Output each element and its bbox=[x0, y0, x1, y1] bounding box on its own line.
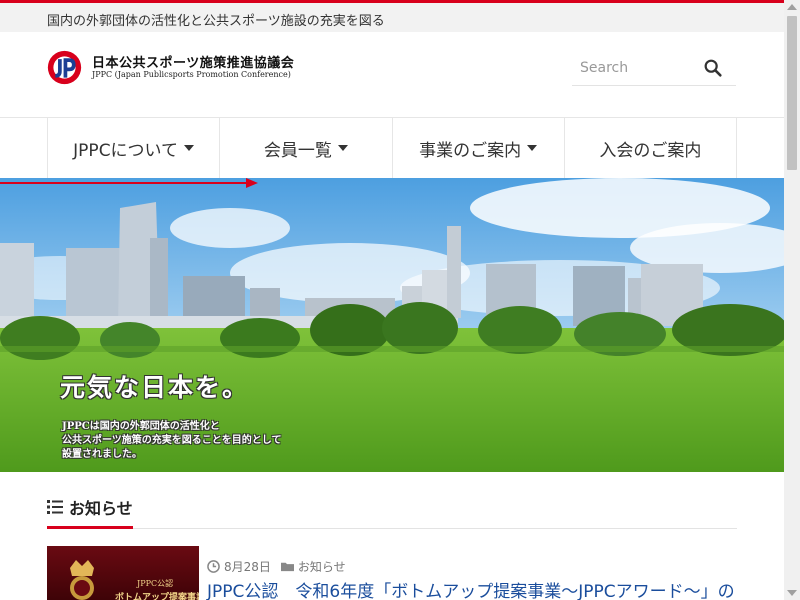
caret-down-icon bbox=[184, 145, 195, 151]
search-input[interactable] bbox=[580, 57, 690, 79]
main-nav: JPPCについて 会員一覧 事業のご案内 入会のご案内 bbox=[47, 118, 737, 178]
award-emblem-icon bbox=[70, 560, 94, 600]
news-date: 8月28日 bbox=[224, 560, 271, 574]
nav-item-label: JPPCについて bbox=[73, 140, 179, 161]
nav-item-business[interactable]: 事業のご案内 bbox=[393, 118, 565, 178]
hero-text-line: 公共スポーツ施策の充実を図ることを目的として bbox=[62, 435, 282, 446]
thumbnail-caption: JPPC公認 bbox=[137, 579, 174, 588]
logo-name[interactable]: 日本公共スポーツ施策推進協議会 bbox=[92, 52, 294, 71]
news-title-label: お知らせ bbox=[69, 499, 133, 518]
nav-item-label: 会員一覧 bbox=[263, 140, 332, 161]
red-arrow-icon bbox=[0, 178, 258, 188]
news-category[interactable]: お知らせ bbox=[298, 558, 346, 575]
search-icon[interactable] bbox=[702, 57, 724, 79]
folder-icon bbox=[280, 562, 294, 572]
site-tagline: 国内の外郭団体の活性化と公共スポーツ施設の充実を図る bbox=[47, 14, 385, 29]
nav-item-label: 入会のご案内 bbox=[599, 140, 702, 161]
nav-item-members[interactable]: 会員一覧 bbox=[220, 118, 393, 178]
scrollbar-thumb[interactable] bbox=[787, 16, 797, 170]
news-divider bbox=[47, 528, 737, 529]
nav-item-label: 事業のご案内 bbox=[419, 140, 522, 161]
search-box bbox=[572, 50, 736, 86]
site-header: 日本公共スポーツ施策推進協議会 JPPC (Japan Publicsports… bbox=[0, 32, 784, 118]
news-divider-accent bbox=[47, 526, 133, 529]
jppc-logo-icon[interactable] bbox=[46, 49, 83, 86]
news-thumbnail[interactable]: JPPC公認 ボトムアップ提案事業 bbox=[47, 546, 199, 600]
clock-icon bbox=[207, 560, 220, 573]
caret-down-icon bbox=[527, 145, 538, 151]
nav-item-about[interactable]: JPPCについて bbox=[48, 118, 221, 178]
hero-text-line: JPPCは国内の外郭団体の活性化と bbox=[62, 421, 220, 432]
nav-item-join[interactable]: 入会のご案内 bbox=[565, 118, 737, 178]
scroll-down-icon[interactable] bbox=[787, 590, 797, 596]
hero-banner: 元気な日本を。 JPPCは国内の外郭団体の活性化と 公共スポーツ施策の充実を図る… bbox=[0, 178, 784, 472]
news-item-link[interactable]: JPPC公認 令和6年度「ボトムアップ提案事業～JPPCアワード～」の bbox=[207, 577, 735, 600]
thumbnail-caption: ボトムアップ提案事業 bbox=[115, 593, 199, 600]
tagline-bar: 国内の外郭団体の活性化と公共スポーツ施設の充実を図る bbox=[0, 3, 784, 32]
caret-down-icon bbox=[337, 145, 348, 151]
logo-subtitle[interactable]: JPPC (Japan Publicsports Promotion Confe… bbox=[92, 70, 291, 79]
scroll-up-icon[interactable] bbox=[787, 4, 797, 10]
hero-text-line: 設置されました。 bbox=[62, 449, 142, 460]
news-section-title: お知らせ bbox=[47, 495, 133, 519]
list-icon bbox=[47, 500, 63, 514]
hero-headline: 元気な日本を。 bbox=[60, 373, 250, 402]
news-meta: 8月28日 お知らせ bbox=[207, 558, 346, 575]
page-scrollbar[interactable] bbox=[784, 0, 800, 600]
